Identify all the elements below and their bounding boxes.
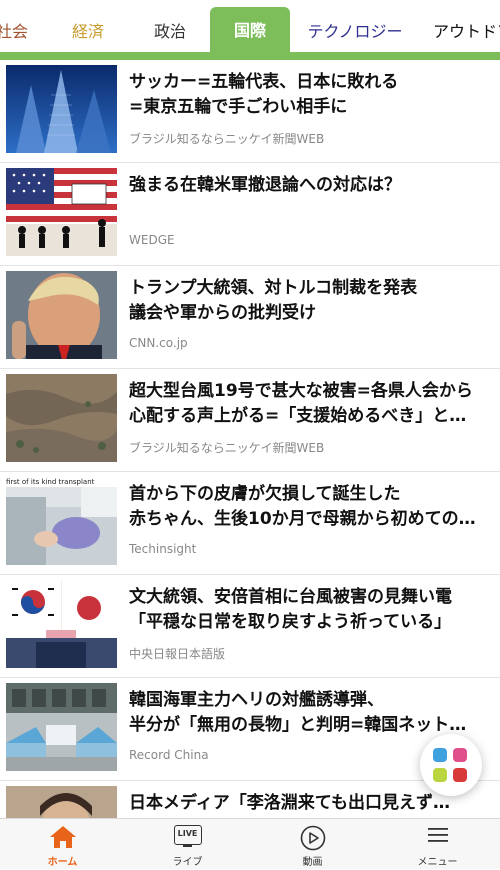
article-row[interactable]: サッカー=五輪代表、日本に敗れる =東京五輪で手ごわい相手に ブラジル知るならニ…	[0, 60, 500, 163]
article-thumbnail	[6, 683, 117, 771]
tab-label: アウトドア	[433, 22, 500, 41]
article-row[interactable]: first of its kind transplant 首から下の皮膚が欠損し…	[0, 472, 500, 575]
tab-outdoor[interactable]: アウトドア	[433, 12, 500, 52]
article-title: 強まる在韓米軍撤退論への対応は？	[129, 175, 401, 195]
tab-politics[interactable]: 政治	[150, 12, 190, 52]
article-source: WEDGE	[129, 233, 175, 247]
tab-society[interactable]: 社会	[0, 12, 32, 52]
article-thumbnail: first of its kind transplant	[6, 477, 117, 565]
article-title: 文大統領、安倍首相に台風被害の見舞い電 「平穏な日常を取り戻すよう祈っている」	[129, 587, 452, 632]
article-source: CNN.co.jp	[129, 336, 188, 350]
nav-label: メニュー	[417, 857, 458, 868]
home-icon	[49, 826, 76, 848]
tab-economy[interactable]: 経済	[68, 12, 108, 52]
nav-menu[interactable]: メニュー	[375, 819, 500, 870]
article-thumbnail	[6, 580, 117, 668]
article-title: 韓国海軍主力ヘリの対艦誘導弾、 半分が「無用の長物」と判明=韓国ネット…	[129, 690, 467, 735]
article-source: ブラジル知るならニッケイ新聞WEB	[129, 132, 325, 146]
article-title: 超大型台風19号で甚大な被害=各県人会から 心配する声上がる=「支援始めるべき」…	[129, 381, 473, 426]
nav-live[interactable]: LIVE ライブ	[125, 819, 250, 870]
article-row[interactable]: 日本メディア「李洛淵来ても出口見えず…	[0, 781, 500, 818]
live-tv-icon: LIVE	[173, 825, 202, 847]
article-source: Techinsight	[129, 542, 197, 556]
tab-underline	[0, 52, 500, 60]
article-source: 中央日報日本語版	[129, 647, 226, 661]
article-row[interactable]: トランプ大統領、対トルコ制裁を発表 議会や軍からの批判受け CNN.co.jp	[0, 266, 500, 369]
article-thumbnail	[6, 271, 117, 359]
article-row[interactable]: 超大型台風19号で甚大な被害=各県人会から 心配する声上がる=「支援始めるべき」…	[0, 369, 500, 472]
article-title: 日本メディア「李洛淵来ても出口見えず…	[129, 793, 450, 813]
nav-label: ホーム	[47, 857, 78, 868]
live-tv-icon-text: LIVE	[177, 829, 198, 838]
nav-home[interactable]: ホーム	[0, 819, 125, 870]
article-row[interactable]: 文大統領、安倍首相に台風被害の見舞い電 「平穏な日常を取り戻すよう祈っている」 …	[0, 575, 500, 678]
thumbnail-caption: first of its kind transplant	[6, 478, 95, 486]
article-title: トランプ大統領、対トルコ制裁を発表 議会や軍からの批判受け	[129, 278, 418, 323]
tab-technology[interactable]: テクノロジー	[305, 12, 405, 52]
tab-label: 国際	[233, 21, 266, 40]
tab-label: テクノロジー	[307, 22, 403, 41]
article-thumbnail	[6, 786, 117, 818]
category-tab-bar: 社会 経済 政治 国際 テクノロジー アウトドア	[0, 0, 500, 60]
article-source: Record China	[129, 748, 209, 762]
article-title: サッカー=五輪代表、日本に敗れる =東京五輪で手ごわい相手に	[129, 72, 399, 117]
play-circle-icon	[300, 825, 325, 851]
article-list: サッカー=五輪代表、日本に敗れる =東京五輪で手ごわい相手に ブラジル知るならニ…	[0, 60, 500, 818]
tab-label: 政治	[153, 22, 186, 41]
article-row[interactable]: 強まる在韓米軍撤退論への対応は？ WEDGE	[0, 163, 500, 266]
bottom-navigation: ホーム LIVE ライブ 動画 メニュー	[0, 818, 500, 869]
hamburger-menu-icon	[427, 828, 448, 842]
tab-label: 社会	[0, 22, 28, 41]
article-title: 首から下の皮膚が欠損して誕生した 赤ちゃん、生後10か月で母親から初めての…	[129, 484, 476, 529]
tab-label: 経済	[71, 22, 104, 41]
nav-video[interactable]: 動画	[250, 819, 375, 870]
article-thumbnail	[6, 168, 117, 256]
app-grid-button[interactable]	[420, 734, 482, 796]
nav-label: 動画	[302, 857, 323, 868]
tab-international[interactable]: 国際	[210, 7, 290, 54]
nav-label: ライブ	[172, 857, 203, 868]
article-thumbnail	[6, 374, 117, 462]
article-thumbnail	[6, 65, 117, 153]
article-source: ブラジル知るならニッケイ新聞WEB	[129, 441, 325, 455]
